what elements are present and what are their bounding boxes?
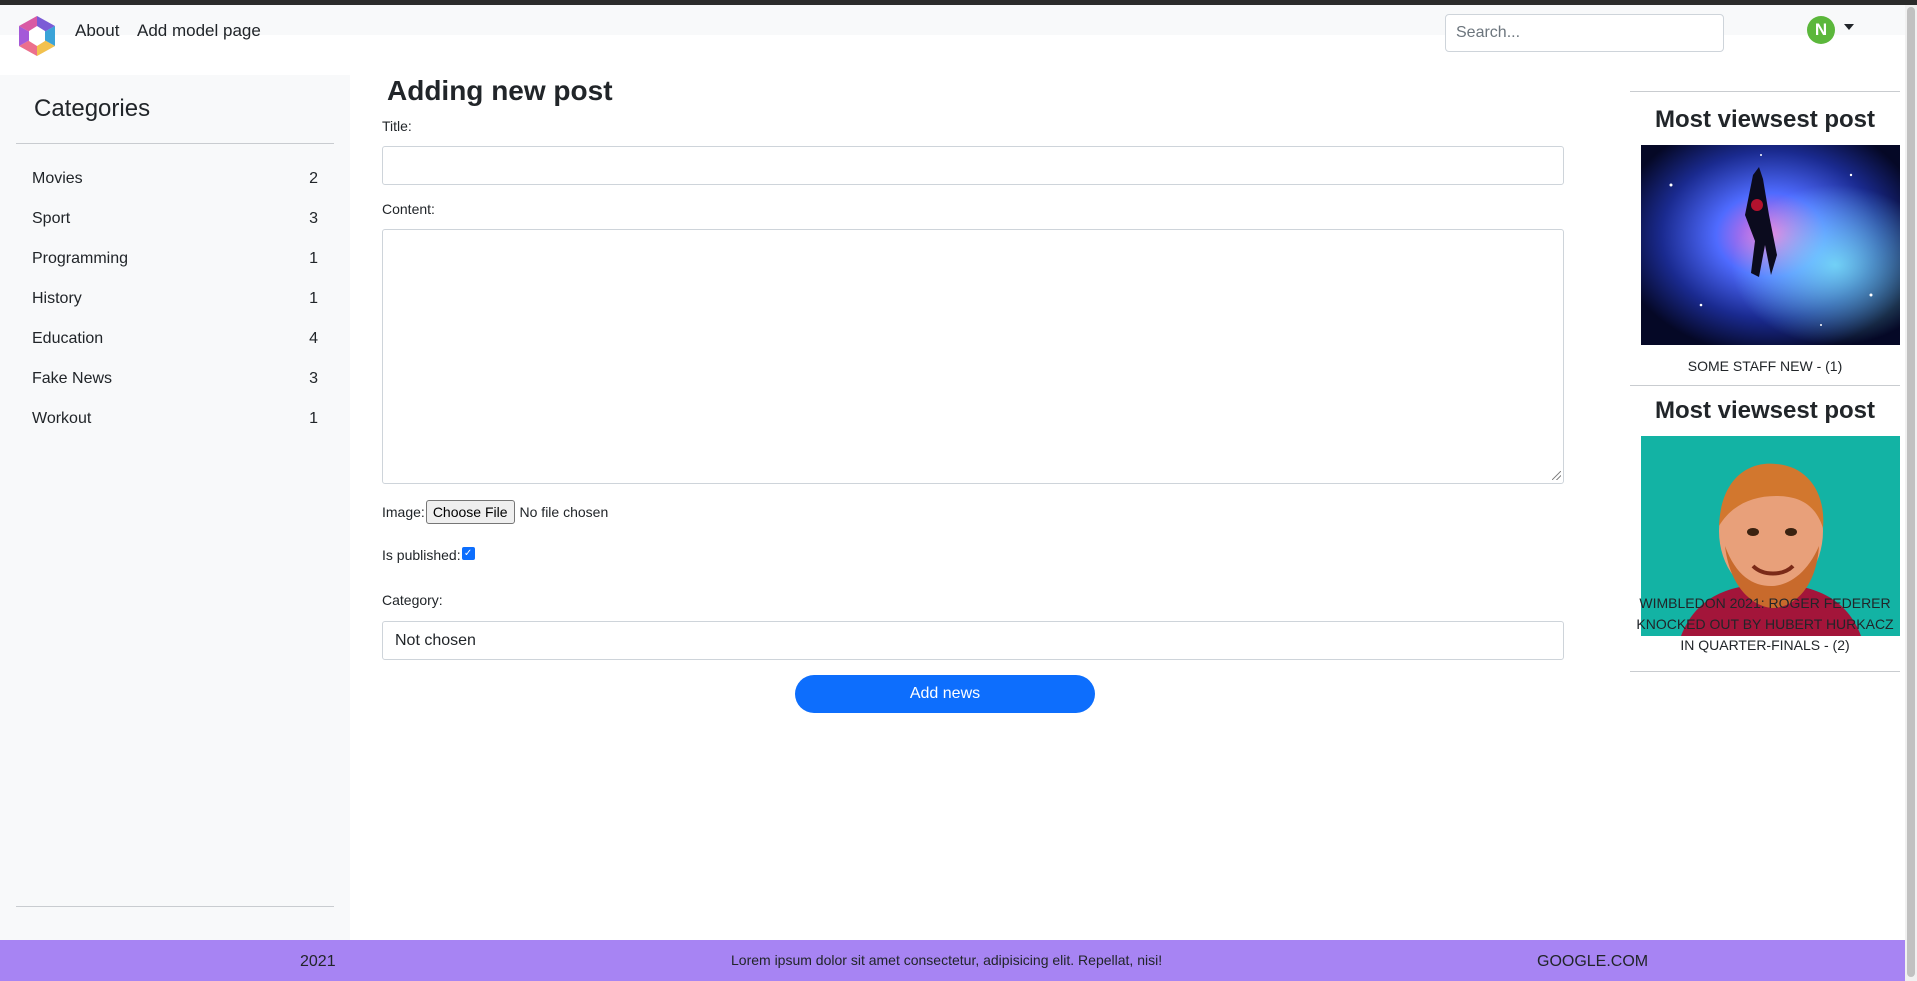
category-label: Fake News <box>32 370 113 387</box>
card-title: Most viewsest post <box>1654 106 1876 133</box>
category-count: 1 <box>309 290 318 307</box>
category-count: 1 <box>309 250 318 267</box>
sidebar-bottom-divider <box>16 906 334 907</box>
published-field: Is published: ✓ <box>382 547 475 563</box>
category-count: 1 <box>309 410 318 427</box>
user-avatar[interactable]: N <box>1807 16 1835 44</box>
category-label: History <box>32 290 82 307</box>
content-textarea[interactable] <box>382 229 1564 484</box>
nav-link-about[interactable]: About <box>75 21 119 41</box>
category-count: 3 <box>309 210 318 227</box>
published-label: Is published: <box>382 547 461 563</box>
published-checkbox[interactable]: ✓ <box>461 547 475 560</box>
card-caption[interactable]: SOME STAFF NEW - (1) <box>1630 356 1900 377</box>
image-label: Image: <box>382 504 425 520</box>
category-label: Category: <box>382 592 443 608</box>
sidebar-divider <box>16 143 334 144</box>
title-input[interactable] <box>382 146 1564 185</box>
category-label: Workout <box>32 410 92 427</box>
category-item-sport[interactable]: Sport 3 <box>16 199 334 239</box>
footer-text: Lorem ipsum dolor sit amet consectetur, … <box>731 952 1163 968</box>
page-title: Adding new post <box>387 75 613 106</box>
category-count: 3 <box>309 370 318 387</box>
divider <box>1630 671 1900 672</box>
category-count: 2 <box>309 170 318 187</box>
category-item-programming[interactable]: Programming 1 <box>16 239 334 279</box>
card-caption[interactable]: WIMBLEDON 2021: ROGER FEDERER KNOCKED OU… <box>1630 593 1900 656</box>
card-title: Most viewsest post <box>1654 397 1876 424</box>
resize-handle-icon[interactable] <box>1552 471 1561 480</box>
category-item-fake-news[interactable]: Fake News 3 <box>16 359 334 399</box>
category-label: Movies <box>32 170 83 187</box>
category-label: Programming <box>32 250 129 267</box>
category-list: Movies 2 Sport 3 Programming 1 History 1… <box>16 159 334 439</box>
category-select[interactable]: Not chosen <box>382 621 1564 660</box>
footer-year: 2021 <box>300 953 336 970</box>
title-label: Title: <box>382 118 412 134</box>
sidebar-title: Categories <box>34 95 151 122</box>
nav-link-add-model[interactable]: Add model page <box>137 21 261 41</box>
file-status: No file chosen <box>519 504 609 520</box>
add-news-button[interactable]: Add news <box>795 675 1095 713</box>
category-item-movies[interactable]: Movies 2 <box>16 159 334 199</box>
divider <box>1630 91 1900 92</box>
category-count: 4 <box>309 330 318 347</box>
scrollbar[interactable] <box>1905 5 1917 981</box>
search-input[interactable] <box>1445 14 1724 52</box>
categories-sidebar: Categories Movies 2 Sport 3 Programming … <box>0 75 350 940</box>
page-footer: 2021 Lorem ipsum dolor sit amet consecte… <box>0 940 1905 981</box>
category-item-history[interactable]: History 1 <box>16 279 334 319</box>
footer-link[interactable]: GOOGLE.COM <box>1537 953 1648 971</box>
category-item-workout[interactable]: Workout 1 <box>16 399 334 439</box>
image-field: Image: Choose File No file chosen <box>382 500 608 524</box>
site-logo-icon[interactable] <box>16 14 58 58</box>
category-label: Sport <box>32 210 71 227</box>
category-item-education[interactable]: Education 4 <box>16 319 334 359</box>
divider <box>1630 385 1900 386</box>
content-label: Content: <box>382 201 435 217</box>
scrollbar-thumb[interactable] <box>1907 7 1915 977</box>
chevron-down-icon[interactable] <box>1844 24 1854 30</box>
astronaut-space-image-icon[interactable] <box>1641 145 1900 345</box>
category-label: Education <box>32 330 104 347</box>
choose-file-button[interactable]: Choose File <box>425 500 515 524</box>
